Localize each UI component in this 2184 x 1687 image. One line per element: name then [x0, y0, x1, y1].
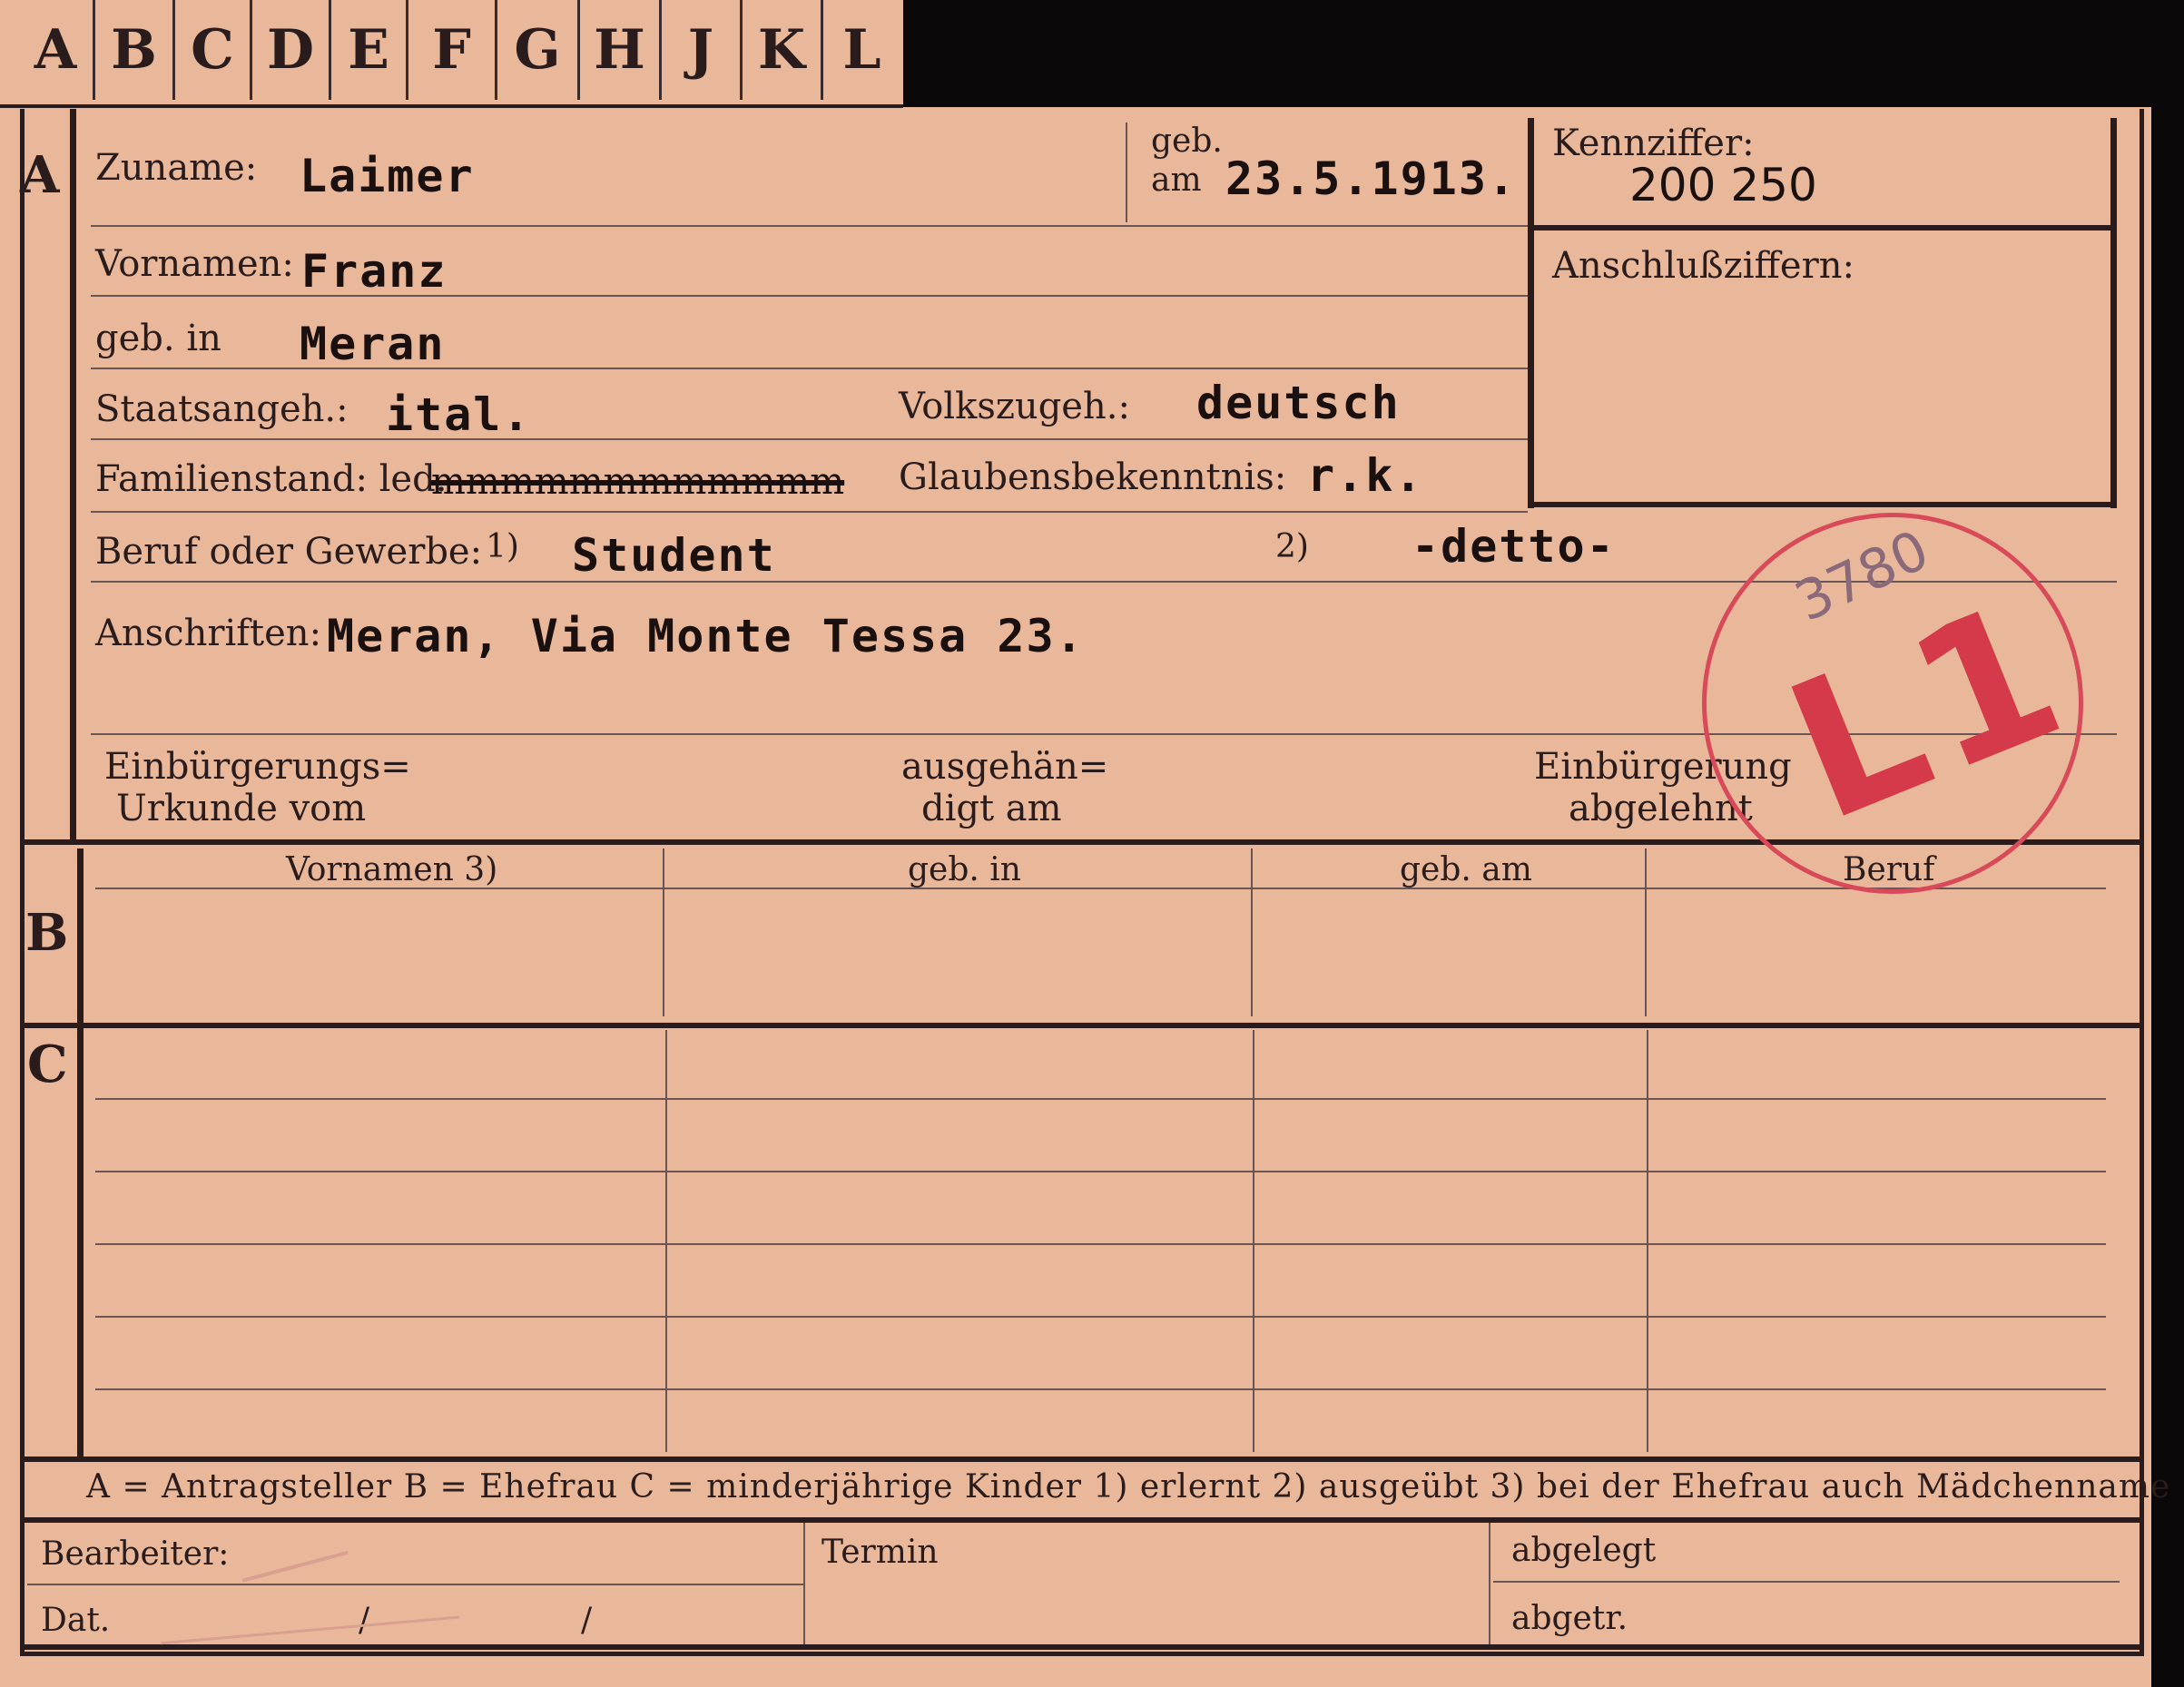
familien-label: Familienstand: led. [95, 458, 448, 500]
volks-value: deutsch [1196, 377, 1401, 429]
zuname-value: Laimer [300, 150, 475, 202]
tab-k[interactable]: K [743, 0, 823, 100]
glauben-label: Glaubensbekenntnis: [899, 456, 1287, 498]
geb-label-top: geb. [1151, 123, 1223, 160]
c-line-5 [95, 1388, 2106, 1390]
tab-c[interactable]: C [175, 0, 252, 100]
b-col-div-1 [663, 848, 664, 1016]
kennziffer-box-right [2110, 118, 2117, 508]
abgelegt-label: abgelegt [1511, 1532, 1657, 1569]
kennziffer-box-left [1528, 118, 1534, 508]
section-c-bottom-rule [20, 1457, 2140, 1462]
tab-h[interactable]: H [580, 0, 662, 100]
section-a-left-rule [70, 109, 76, 839]
c-line-4 [95, 1316, 2106, 1318]
gebin-value: Meran [300, 318, 446, 370]
beruf-label: Beruf oder Gewerbe: [95, 531, 483, 573]
tab-b[interactable]: B [95, 0, 175, 100]
staats-value: ital. [386, 388, 532, 441]
section-letter-c: C [27, 1035, 68, 1094]
index-tab-strip: A B C D E F G H J K L [0, 0, 903, 108]
staats-label: Staatsangeh.: [95, 388, 349, 430]
glauben-value: r.k. [1307, 449, 1424, 502]
b-header-line [95, 888, 2106, 889]
tab-g[interactable]: G [497, 0, 580, 100]
einb-urkunde-line1: Einbürgerungs= [104, 746, 411, 788]
tab-d[interactable]: D [252, 0, 331, 100]
ausgeh-line2: digt am [921, 788, 1062, 829]
tab-j[interactable]: J [662, 0, 743, 100]
anschrift-value: Meran, Via Monte Tessa 23. [327, 610, 1085, 662]
tab-f[interactable]: F [408, 0, 497, 100]
einb-urkunde-line2: Urkunde vom [116, 788, 367, 829]
tab-a[interactable]: A [18, 0, 95, 100]
footer-mid-line-right [1493, 1581, 2120, 1583]
line-vornamen [91, 295, 1528, 297]
c-line-3 [95, 1243, 2106, 1245]
abgetr-label: abgetr. [1511, 1600, 1628, 1637]
section-bc-left-rule [77, 848, 84, 1461]
bearbeiter-label: Bearbeiter: [41, 1535, 230, 1573]
line-zuname [91, 225, 1528, 227]
section-b-bottom-rule [20, 1023, 2140, 1028]
card-bottom-rule [20, 1644, 2140, 1650]
kennziffer-box-bottom [1528, 502, 2117, 507]
section-letter-a: A [20, 145, 60, 205]
termin-label: Termin [821, 1534, 939, 1571]
vornamen-label: Vornamen: [95, 243, 294, 285]
c-line-2 [95, 1171, 2106, 1172]
gebin-label: geb. in [95, 318, 221, 359]
footer-div-1 [803, 1523, 805, 1645]
b-col-vornamen: Vornamen 3) [286, 851, 498, 888]
b-col-div-2 [1251, 848, 1253, 1016]
tab-l[interactable]: L [823, 0, 900, 100]
beruf-value-2: -detto- [1412, 520, 1616, 573]
b-col-div-3 [1645, 848, 1647, 1016]
kennziffer-underline [1528, 225, 2117, 230]
card-top-edge [903, 0, 2184, 107]
c-line-1 [95, 1098, 2106, 1100]
tab-e[interactable]: E [331, 0, 408, 100]
ausgeh-line1: ausgehän= [901, 746, 1109, 788]
dat-label: Dat. [41, 1602, 111, 1639]
geb-date-value: 23.5.1913. [1225, 152, 1518, 205]
zuname-label: Zuname: [95, 147, 258, 189]
beruf-value-1: Student [572, 529, 776, 582]
anschluss-label: Anschlußziffern: [1552, 245, 1854, 287]
footer-div-2 [1489, 1523, 1490, 1645]
anschrift-label: Anschriften: [95, 613, 322, 654]
section-letter-b: B [25, 903, 69, 963]
geb-label-am: am [1151, 162, 1202, 199]
card-right-edge [2151, 0, 2184, 1687]
beruf-note-1: 1) [486, 528, 519, 565]
legend-text: A = Antragsteller B = Ehefrau C = minder… [86, 1468, 2171, 1506]
line-gebin [91, 368, 1528, 369]
familien-struck-text: mmmmmmmmmmmm [431, 461, 845, 503]
dat-slash-2: / [581, 1602, 593, 1639]
b-col-gebam: geb. am [1400, 851, 1532, 888]
vornamen-value: Franz [301, 245, 448, 298]
line-staats [91, 438, 1528, 440]
b-col-gebin: geb. in [908, 851, 1021, 888]
volks-label: Volkszugeh.: [899, 386, 1130, 427]
beruf-note-2: 2) [1275, 528, 1309, 565]
geb-divider [1126, 123, 1127, 222]
kennziffer-value: 200 250 [1629, 159, 1817, 211]
line-familien [91, 511, 1528, 513]
